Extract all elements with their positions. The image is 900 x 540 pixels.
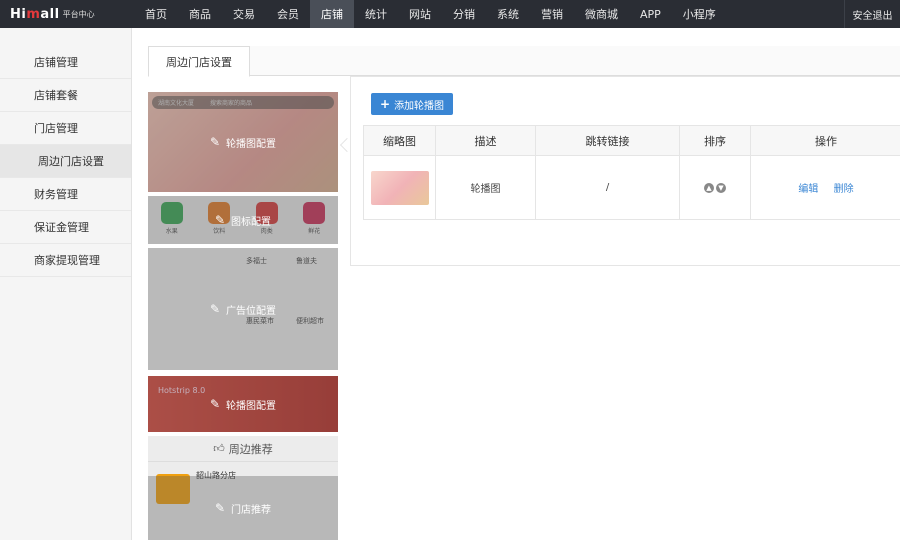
sidebar-item[interactable]: 店铺管理	[0, 46, 131, 79]
nav-item[interactable]: 店铺	[310, 0, 354, 28]
thumbs-up-icon: 👍︎	[213, 442, 225, 455]
nearby-config-overlay[interactable]: ✎ 门店推荐	[148, 476, 338, 540]
main-content: 周边门店设置 湖南文化大厦 搜索商家的商品 ✎ 轮播图配置 水果 饮料 肉类 鲜花 ✎ 图…	[132, 28, 900, 540]
banner2-config-overlay[interactable]: ✎ 轮播图配置	[148, 376, 338, 432]
col-actions: 操作	[750, 125, 900, 156]
logo-subtitle: 平台中心	[62, 9, 95, 19]
sidebar-item[interactable]: 店铺套餐	[0, 79, 131, 112]
sort-cell: ▲ ▼	[679, 155, 751, 220]
nearby-header: 👍︎ 周边推荐	[148, 436, 338, 462]
pencil-icon: ✎	[214, 213, 226, 227]
top-navbar: Himall 平台中心 首页 商品 交易 会员 店铺 统计 网站 分销 系统 营销 微商城 APP 小程…	[0, 0, 900, 28]
logo[interactable]: Himall 平台中心	[0, 0, 134, 28]
nav-item[interactable]: 微商城	[574, 0, 629, 28]
nav-item[interactable]: 首页	[134, 0, 178, 28]
banner-module[interactable]: 湖南文化大厦 搜索商家的商品 ✎ 轮播图配置	[148, 92, 338, 192]
banner-table: 缩略图 描述 跳转链接 排序 操作 轮播图 / ▲ ▼ 编辑 删除	[363, 125, 900, 220]
pencil-icon: ✎	[209, 397, 221, 411]
thumbnail-cell	[363, 155, 436, 220]
nav-item[interactable]: 分销	[442, 0, 486, 28]
banner2-module[interactable]: Hotstrip 8.0 ✎ 轮播图配置	[148, 376, 338, 432]
actions-cell: 编辑 删除	[750, 155, 900, 220]
nav-item[interactable]: 交易	[222, 0, 266, 28]
edit-link[interactable]: 编辑	[798, 184, 818, 195]
nav-item[interactable]: APP	[629, 0, 672, 28]
col-description: 描述	[435, 125, 536, 156]
main-nav: 首页 商品 交易 会员 店铺 统计 网站 分销 系统 营销 微商城 APP 小程序	[134, 0, 844, 28]
nav-item[interactable]: 网站	[398, 0, 442, 28]
sidebar-item[interactable]: 商家提现管理	[0, 244, 131, 277]
add-banner-button[interactable]: + 添加轮播图	[371, 93, 454, 115]
move-up-icon[interactable]: ▲	[704, 183, 714, 193]
banner-config-panel: + 添加轮播图 缩略图 描述 跳转链接 排序 操作 轮播图 / ▲ ▼ 编辑 删…	[350, 76, 900, 266]
sidebar-item[interactable]: 保证金管理	[0, 211, 131, 244]
plus-icon: +	[380, 97, 391, 111]
tab-bar: 周边门店设置	[148, 46, 900, 77]
nav-item[interactable]: 商品	[178, 0, 222, 28]
mobile-preview: 湖南文化大厦 搜索商家的商品 ✎ 轮播图配置 水果 饮料 肉类 鲜花 ✎ 图标配置 多福士…	[148, 92, 338, 540]
ad-config-overlay[interactable]: ✎ 广告位配置	[148, 248, 338, 370]
icon-module[interactable]: 水果 饮料 肉类 鲜花 ✎ 图标配置	[148, 196, 338, 244]
ad-module[interactable]: 多福士 鲁道夫 惠民菜市 便利超市 ✎ 广告位配置	[148, 248, 338, 370]
logo-brand: Himall	[10, 6, 60, 22]
logout-link[interactable]: 安全退出	[844, 0, 900, 28]
sidebar-item[interactable]: 财务管理	[0, 178, 131, 211]
nav-item[interactable]: 系统	[486, 0, 530, 28]
description-cell: 轮播图	[435, 155, 536, 220]
nav-item[interactable]: 营销	[530, 0, 574, 28]
col-thumbnail: 缩略图	[363, 125, 436, 156]
icon-config-overlay[interactable]: ✎ 图标配置	[148, 196, 338, 244]
tab-nearby-store-settings[interactable]: 周边门店设置	[148, 46, 250, 77]
sidebar-item[interactable]: 周边门店设置	[0, 145, 131, 178]
banner-thumbnail[interactable]	[370, 170, 429, 205]
delete-link[interactable]: 删除	[834, 184, 854, 195]
col-sort: 排序	[679, 125, 751, 156]
link-cell: /	[535, 155, 680, 220]
col-link: 跳转链接	[535, 125, 680, 156]
nav-item[interactable]: 会员	[266, 0, 310, 28]
pencil-icon: ✎	[209, 135, 221, 149]
pencil-icon: ✎	[209, 302, 221, 316]
nav-item[interactable]: 统计	[354, 0, 398, 28]
table-row: 轮播图 / ▲ ▼ 编辑 删除	[363, 155, 900, 220]
nav-item[interactable]: 小程序	[672, 0, 727, 28]
nearby-module[interactable]: 👍︎ 周边推荐 韶山路分店 ✎ 门店推荐	[148, 436, 338, 540]
sidebar-item[interactable]: 门店管理	[0, 112, 131, 145]
sidebar: 店铺管理 店铺套餐 门店管理 周边门店设置 财务管理 保证金管理 商家提现管理	[0, 28, 132, 540]
banner-config-overlay[interactable]: ✎ 轮播图配置	[148, 92, 338, 192]
move-down-icon[interactable]: ▼	[716, 183, 726, 193]
pencil-icon: ✎	[214, 501, 226, 515]
